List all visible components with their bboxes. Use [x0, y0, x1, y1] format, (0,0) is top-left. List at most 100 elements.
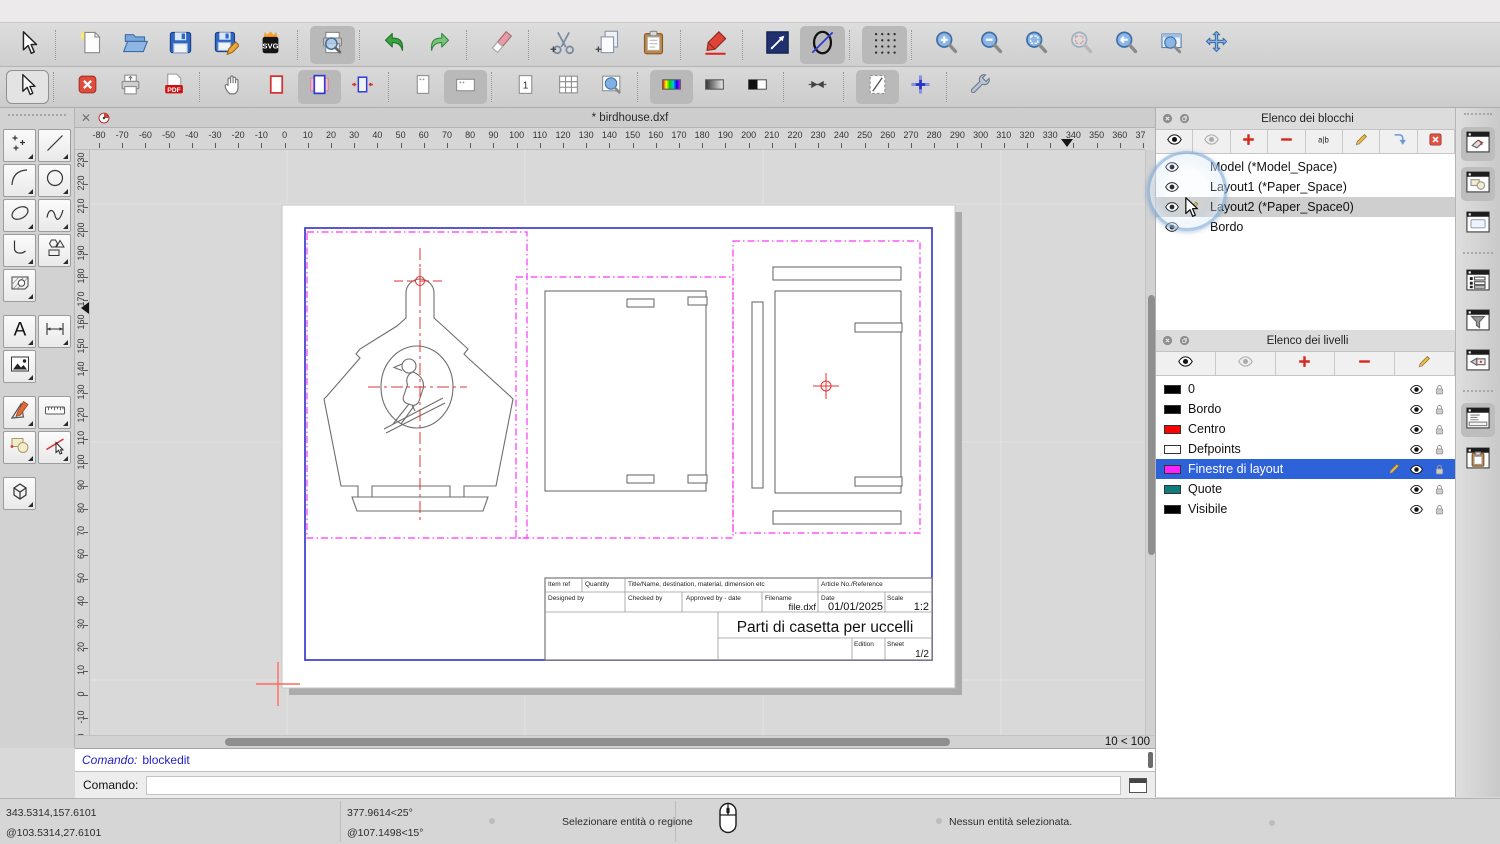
minus-button[interactable] — [1335, 352, 1396, 375]
layer-lock-icon[interactable] — [1432, 482, 1447, 497]
draw-point-button[interactable] — [3, 129, 36, 162]
dock-viewport-button[interactable] — [1461, 207, 1495, 241]
new-file-button[interactable] — [68, 26, 113, 64]
drawing-canvas[interactable]: Item ref Quantity Title/Name, destinatio… — [90, 150, 1145, 735]
pan-button[interactable] — [1194, 26, 1239, 64]
dock-clipboard-button[interactable] — [1461, 443, 1495, 477]
save-as-button[interactable] — [203, 26, 248, 64]
visibility-eye-icon[interactable] — [1164, 219, 1180, 235]
undo-button[interactable] — [372, 26, 417, 64]
block-list-item[interactable]: Layout2 (*Paper_Space0) — [1156, 197, 1455, 217]
layer-list-item[interactable]: Centro — [1156, 419, 1455, 439]
pencil-button[interactable] — [1342, 130, 1381, 153]
draw-arc-button[interactable] — [3, 164, 36, 197]
horizontal-scrollbar[interactable]: 10 < 100 — [75, 735, 1155, 748]
pan-hand-button[interactable] — [212, 70, 255, 104]
draw-circle-button[interactable] — [38, 164, 71, 197]
page-single-button[interactable]: 1 — [504, 70, 547, 104]
open-folder-button[interactable] — [113, 26, 158, 64]
layer-visibility-eye-icon[interactable] — [1409, 442, 1424, 457]
layer-lock-icon[interactable] — [1432, 462, 1447, 477]
layer-list-item[interactable]: Quote — [1156, 479, 1455, 499]
layer-lock-icon[interactable] — [1432, 442, 1447, 457]
layer-lock-icon[interactable] — [1432, 502, 1447, 517]
draw-dimension-button[interactable] — [38, 315, 71, 348]
redo-button[interactable] — [417, 26, 462, 64]
dock-reference-button[interactable] — [1461, 345, 1495, 379]
block-insert-button[interactable] — [1380, 130, 1418, 153]
rename-button[interactable]: a|b — [1305, 130, 1343, 153]
eye-open-button[interactable] — [1156, 130, 1194, 153]
close-doc-button[interactable] — [66, 70, 109, 104]
solid-tools-button[interactable] — [3, 477, 36, 510]
vertical-scrollbar[interactable] — [1145, 150, 1155, 735]
svg-export-button[interactable]: SVG — [248, 26, 293, 64]
pencil-button[interactable] — [1395, 352, 1455, 375]
command-input[interactable] — [146, 775, 1121, 795]
layer-list-item[interactable]: Visibile — [1156, 499, 1455, 519]
viewport-scale-button[interactable] — [341, 70, 384, 104]
block-remove-x-button[interactable] — [1417, 130, 1455, 153]
draw-pencil-red-button[interactable] — [693, 26, 738, 64]
layer-lock-icon[interactable] — [1432, 382, 1447, 397]
bw-mode-button[interactable] — [736, 70, 779, 104]
panel-close-icon[interactable] — [1161, 334, 1174, 347]
dock-blocks-button[interactable] — [1461, 127, 1495, 161]
cursor-arrow-button[interactable] — [6, 26, 51, 64]
draw-hatch-button[interactable] — [3, 269, 36, 302]
panel-close-icon[interactable] — [1161, 112, 1174, 125]
pdf-export-button[interactable]: PDF — [152, 70, 195, 104]
zoom-selection-button[interactable] — [1059, 26, 1104, 64]
draw-polyline-button[interactable] — [3, 234, 36, 267]
layer-list-item[interactable]: Bordo — [1156, 399, 1455, 419]
crosshair-button[interactable] — [899, 70, 942, 104]
print-preview-button[interactable] — [310, 25, 355, 64]
plus-button[interactable] — [1275, 352, 1336, 375]
zoom-out-button[interactable] — [969, 26, 1014, 64]
visibility-eye-icon[interactable] — [1164, 179, 1180, 195]
dock-command-button[interactable] — [1461, 403, 1495, 437]
dock-selection-button[interactable] — [1461, 167, 1495, 201]
save-button[interactable] — [158, 26, 203, 64]
cursor-arrow-button[interactable] — [6, 70, 49, 104]
grid-toggle-button[interactable] — [862, 25, 907, 64]
block-list-item[interactable]: Model (*Model_Space) — [1156, 157, 1455, 177]
layer-list-item[interactable]: Defpoints — [1156, 439, 1455, 459]
visibility-eye-icon[interactable] — [1164, 199, 1180, 215]
page-multi-button[interactable] — [547, 70, 590, 104]
page-landscape-button[interactable] — [444, 70, 487, 104]
eraser-button[interactable] — [479, 26, 524, 64]
measure-tools-button[interactable] — [38, 396, 71, 429]
app-preferences-button[interactable] — [959, 70, 1002, 104]
eye-grey-button[interactable] — [1215, 352, 1276, 375]
zoom-in-button[interactable] — [924, 26, 969, 64]
draw-image-button[interactable] — [3, 350, 36, 383]
dock-filter-button[interactable] — [1461, 305, 1495, 339]
viewport-add-button[interactable] — [255, 70, 298, 104]
zoom-auto-button[interactable] — [1014, 26, 1059, 64]
plus-button[interactable] — [1230, 130, 1269, 153]
layer-lock-icon[interactable] — [1432, 402, 1447, 417]
eye-open-button[interactable] — [1156, 352, 1216, 375]
close-tab-icon[interactable]: ✕ — [81, 111, 97, 125]
cut-button[interactable] — [541, 26, 586, 64]
draw-shape-button[interactable] — [38, 234, 71, 267]
command-history-scrollbar[interactable] — [1148, 752, 1153, 768]
panel-float-icon[interactable] — [1178, 112, 1191, 125]
property-editor-button[interactable] — [755, 26, 800, 64]
page-zoom-button[interactable] — [590, 70, 633, 104]
copy-button[interactable] — [586, 26, 631, 64]
modify-trim-button[interactable] — [38, 431, 71, 464]
layer-list-item[interactable]: 0 — [1156, 379, 1455, 399]
block-list-item[interactable]: Layout1 (*Paper_Space) — [1156, 177, 1455, 197]
layer-list-item[interactable]: Finestre di layout — [1156, 459, 1455, 479]
layer-visibility-eye-icon[interactable] — [1409, 482, 1424, 497]
layer-visibility-eye-icon[interactable] — [1409, 462, 1424, 477]
vertical-scrollbar-thumb[interactable] — [1147, 295, 1155, 555]
draw-line-button[interactable] — [38, 129, 71, 162]
layer-visibility-eye-icon[interactable] — [1409, 422, 1424, 437]
panel-float-icon[interactable] — [1178, 334, 1191, 347]
print-button[interactable] — [109, 70, 152, 104]
dock-list-button[interactable] — [1461, 265, 1495, 299]
block-list-item[interactable]: Bordo — [1156, 217, 1455, 237]
